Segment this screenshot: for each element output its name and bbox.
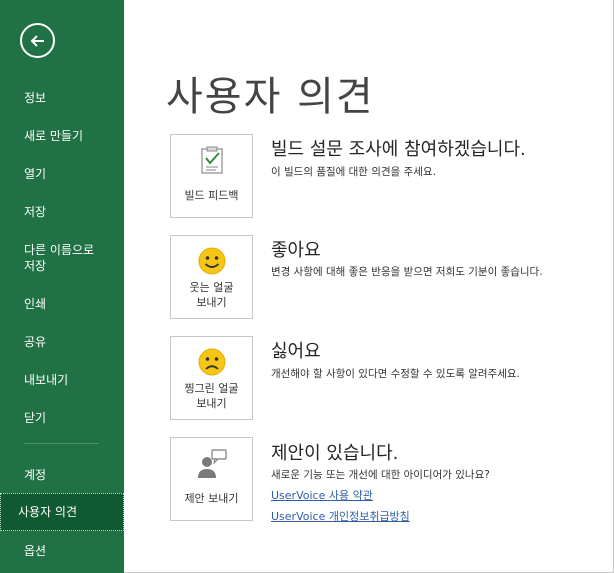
option-description: 개선해야 할 사항이 있다면 수정할 수 있도록 알려주세요. — [271, 368, 520, 380]
sidebar-item-open[interactable]: 열기 — [0, 166, 124, 182]
person-speech-icon — [197, 449, 227, 478]
sidebar-item-export[interactable]: 내보내기 — [0, 372, 124, 388]
backstage-sidebar: 정보 새로 만들기 열기 저장 다른 이름으로 저장 인쇄 공유 내보내기 닫기… — [0, 0, 124, 573]
uservoice-terms-link[interactable]: UserVoice 사용 약관 — [271, 487, 373, 503]
option-description: 변경 사항에 대해 좋은 반응을 받으면 저희도 기분이 좋습니다. — [271, 266, 543, 278]
card-label: 빌드 피드백 — [184, 189, 239, 202]
sidebar-item-feedback[interactable]: 사용자 의견 — [0, 493, 124, 531]
sidebar-item-share[interactable]: 공유 — [0, 334, 124, 350]
card-label: 찡그린 얼굴 보내기 — [184, 382, 239, 410]
option-title: 제안이 있습니다. — [271, 443, 399, 464]
sidebar-item-options[interactable]: 옵션 — [0, 543, 124, 559]
back-arrow-icon — [30, 34, 44, 47]
option-title: 싫어요 — [271, 341, 321, 362]
clipboard-check-icon — [200, 146, 223, 174]
sidebar-separator — [24, 443, 99, 444]
sidebar-item-close[interactable]: 닫기 — [0, 410, 124, 426]
card-label: 웃는 얼굴 보내기 — [189, 281, 234, 309]
smile-face-icon — [198, 247, 225, 275]
sidebar-item-new[interactable]: 새로 만들기 — [0, 128, 124, 144]
send-frown-button[interactable]: 찡그린 얼굴 보내기 — [170, 336, 253, 420]
card-label: 제안 보내기 — [184, 492, 239, 505]
page-title: 사용자 의견 — [166, 74, 375, 120]
feedback-panel: 사용자 의견 빌드 피드백 빌드 설문 조사에 참여하겠습니다. 이 빌드의 품… — [124, 0, 614, 573]
option-title: 좋아요 — [271, 240, 321, 261]
back-button[interactable] — [20, 23, 55, 58]
sidebar-item-info[interactable]: 정보 — [0, 90, 124, 106]
uservoice-privacy-link[interactable]: UserVoice 개인정보취급방침 — [271, 508, 410, 524]
frown-face-icon — [198, 348, 225, 376]
sidebar-item-account[interactable]: 계정 — [0, 467, 124, 483]
send-smile-button[interactable]: 웃는 얼굴 보내기 — [170, 235, 253, 319]
sidebar-item-print[interactable]: 인쇄 — [0, 296, 124, 312]
build-feedback-button[interactable]: 빌드 피드백 — [170, 134, 253, 218]
sidebar-item-save-as[interactable]: 다른 이름으로 저장 — [0, 242, 124, 274]
send-suggestion-button[interactable]: 제안 보내기 — [170, 437, 253, 521]
option-description: 이 빌드의 품질에 대한 의견을 주세요. — [271, 166, 436, 178]
option-title: 빌드 설문 조사에 참여하겠습니다. — [271, 139, 526, 160]
sidebar-item-save[interactable]: 저장 — [0, 204, 124, 220]
option-description: 새로운 기능 또는 개선에 대한 아이디어가 있나요? — [271, 469, 490, 481]
